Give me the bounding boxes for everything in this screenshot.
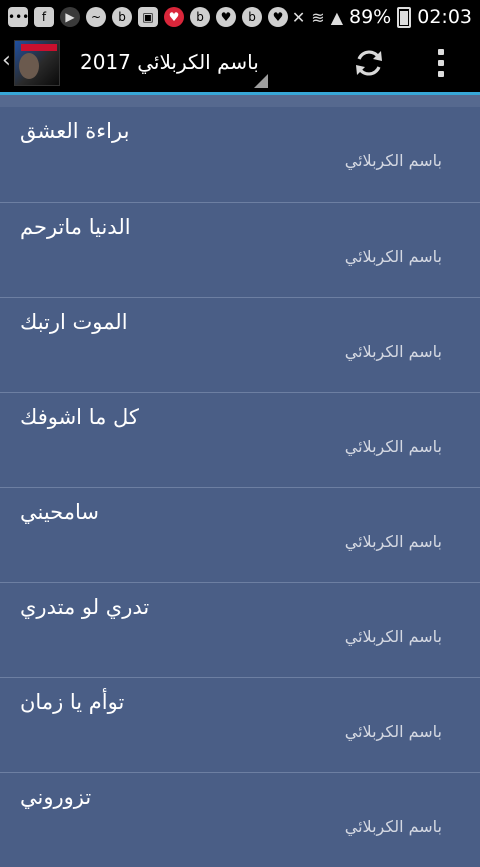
heart-red-icon: ♥: [164, 7, 184, 27]
list-top-gap: [0, 95, 480, 107]
song-artist: باسم الكربلائي: [344, 627, 442, 646]
system-indicators: ✕ ≋ ▲ 89% 02:03: [292, 6, 472, 28]
song-artist: باسم الكربلائي: [344, 722, 442, 741]
b-icon: b: [242, 7, 262, 27]
mute-icon: ✕: [291, 7, 306, 27]
song-artist: باسم الكربلائي: [344, 532, 442, 551]
list-item[interactable]: تدري لو متدري باسم الكربلائي: [0, 582, 480, 677]
more-vert-icon-dot: [438, 49, 444, 55]
song-title: تزوروني: [20, 785, 92, 809]
b-icon: b: [190, 7, 210, 27]
list-item[interactable]: كل ما اشوفك باسم الكربلائي: [0, 392, 480, 487]
list-item[interactable]: الموت ارتبك باسم الكربلائي: [0, 297, 480, 392]
spinner-caret-icon[interactable]: [254, 74, 268, 88]
battery-icon: [397, 6, 412, 28]
list-item[interactable]: الدنيا ماترحم باسم الكربلائي: [0, 202, 480, 297]
play-icon: ▶: [60, 7, 80, 27]
wifi-icon: ≋: [311, 7, 325, 27]
song-artist: باسم الكربلائي: [344, 437, 442, 456]
more-vert-icon-dot: [438, 71, 444, 77]
song-title: كل ما اشوفك: [20, 405, 139, 429]
song-title: الدنيا ماترحم: [20, 215, 131, 239]
song-artist: باسم الكربلائي: [344, 817, 442, 836]
chat-icon: •••: [8, 7, 29, 27]
more-vert-button[interactable]: [426, 42, 456, 84]
more-vert-icon-dot: [438, 60, 444, 66]
app-icon[interactable]: [14, 40, 60, 86]
song-title: توأم يا زمان: [20, 690, 125, 714]
heart-icon: ♥: [216, 7, 236, 27]
song-title: براءة العشق: [20, 119, 130, 143]
heart-icon: ♥: [268, 7, 288, 27]
app-icon-portrait: [19, 53, 39, 79]
refresh-icon: [356, 50, 382, 76]
song-title: سامحيني: [20, 500, 99, 524]
list-item[interactable]: توأم يا زمان باسم الكربلائي: [0, 677, 480, 772]
song-title: تدري لو متدري: [20, 595, 150, 619]
song-artist: باسم الكربلائي: [344, 247, 442, 266]
notification-icons: ••• f ▶ ~ b ▣ ♥ b ♥ b ♥: [8, 7, 292, 27]
b-icon: b: [112, 7, 132, 27]
song-title: الموت ارتبك: [20, 310, 128, 334]
list-item[interactable]: سامحيني باسم الكربلائي: [0, 487, 480, 582]
list-item[interactable]: تزوروني باسم الكربلائي: [0, 772, 480, 867]
chevron-left-icon[interactable]: ‹: [2, 48, 11, 73]
song-list: براءة العشق باسم الكربلائي الدنيا ماترحم…: [0, 107, 480, 867]
song-artist: باسم الكربلائي: [344, 342, 442, 361]
messenger-icon: ~: [86, 7, 106, 27]
song-artist: باسم الكربلائي: [344, 151, 442, 170]
clock: 02:03: [417, 6, 472, 28]
app-title[interactable]: باسم الكربلائي 2017: [80, 50, 259, 74]
action-bar: ‹ باسم الكربلائي 2017: [0, 34, 480, 92]
signal-icon: ▲: [330, 7, 343, 27]
refresh-button[interactable]: [348, 42, 390, 84]
app-icon-banner: [21, 44, 57, 51]
status-bar: ••• f ▶ ~ b ▣ ♥ b ♥ b ♥ ✕ ≋ ▲ 89% 02:03: [0, 0, 480, 34]
battery-percent: 89%: [349, 6, 392, 28]
gallery-icon: ▣: [138, 7, 158, 27]
list-item[interactable]: براءة العشق باسم الكربلائي: [0, 107, 480, 202]
facebook-icon: f: [34, 7, 54, 27]
